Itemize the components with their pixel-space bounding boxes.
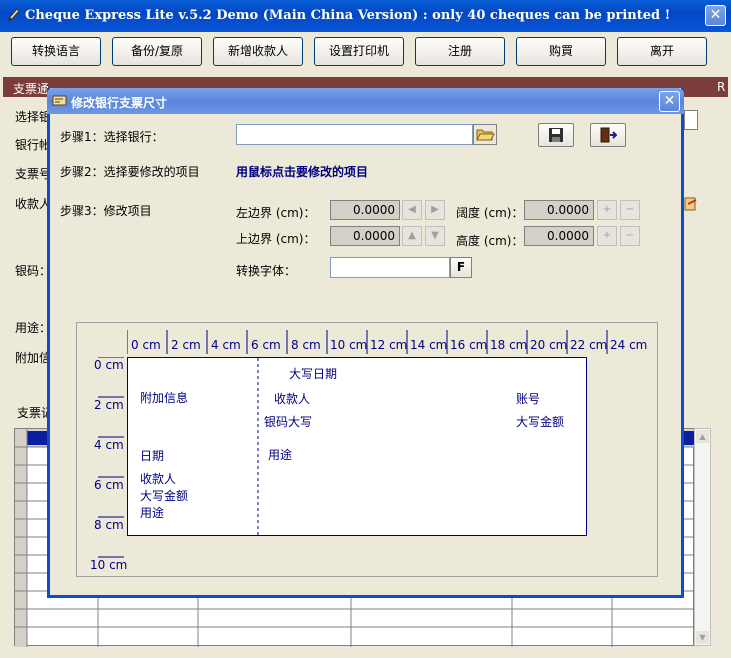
field-amount-words[interactable]: 银码大写 (264, 413, 312, 430)
ruler-top-6: 6 cm (251, 338, 281, 352)
field-purpose-main[interactable]: 用途 (268, 446, 292, 463)
ruler-top-0: 0 cm (131, 338, 161, 352)
font-button[interactable]: F (450, 257, 472, 278)
dialog-close-icon[interactable]: ✕ (659, 91, 680, 112)
ruler-top-8: 8 cm (291, 338, 321, 352)
ruler-top-10: 10 cm (330, 338, 368, 352)
section-header-label: 支票通 (13, 82, 50, 96)
ruler-left-0: 0 cm (94, 358, 124, 372)
font-field[interactable] (330, 257, 450, 278)
pen-icon (6, 8, 20, 23)
records-scrollbar[interactable]: ▲ ▼ (694, 428, 711, 646)
ruler-top-14: 14 cm (410, 338, 448, 352)
ruler-left-10: 10 cm (90, 558, 128, 572)
width-minus-button[interactable]: − (620, 200, 640, 220)
label-bank-account: 银行帐 (15, 138, 52, 152)
step1-label: 步骤1：选择银行： (60, 130, 164, 144)
field-payee-stub[interactable]: 收款人 (140, 470, 176, 487)
ruler-top-16: 16 cm (450, 338, 488, 352)
label-payee: 收款人 (15, 197, 52, 211)
dialog-title: 修改银行支票尺寸 (71, 96, 168, 110)
down-arrow-icon[interactable]: ▼ (425, 226, 445, 246)
scroll-up-icon[interactable]: ▲ (696, 430, 709, 443)
step3-label: 步骤3：修改项目 (60, 204, 152, 218)
app-title: Cheque Express Lite v.5.2 Demo (Main Chi… (25, 8, 671, 23)
field-extra-info[interactable]: 附加信息 (140, 389, 188, 406)
label-amount: 银码： (15, 264, 52, 278)
field-payee-main[interactable]: 收款人 (274, 390, 310, 407)
ruler-top-20: 20 cm (530, 338, 568, 352)
field-date-stub[interactable]: 日期 (140, 447, 164, 464)
cheque-icon (52, 95, 67, 106)
top-margin-field[interactable]: 0.0000 (330, 226, 400, 246)
buy-button[interactable]: 购買 (516, 37, 606, 66)
ruler-top-4: 4 cm (211, 338, 241, 352)
main-title-bar: Cheque Express Lite v.5.2 Demo (Main Chi… (0, 0, 731, 32)
field-date-upper[interactable]: 大写日期 (289, 365, 337, 382)
step2-label: 步骤2：选择要修改的项目 (60, 165, 200, 179)
font-label: 转换字体： (236, 264, 297, 278)
label-cheque-number: 支票号 (15, 167, 52, 181)
width-field[interactable]: 0.0000 (524, 200, 594, 220)
ruler-top-24: 24 cm (610, 338, 648, 352)
payee-list-icon[interactable] (684, 194, 698, 216)
ruler-top-2: 2 cm (171, 338, 201, 352)
ruler-left-6: 6 cm (94, 478, 124, 492)
left-margin-field[interactable]: 0.0000 (330, 200, 400, 220)
left-arrow-icon[interactable]: ◀ (402, 200, 422, 220)
field-amount-stub[interactable]: 大写金额 (140, 487, 188, 504)
switch-language-button[interactable]: 转换语言 (11, 37, 101, 66)
height-label: 高度 (cm)： (456, 234, 524, 248)
scroll-down-icon[interactable]: ▼ (696, 631, 709, 644)
field-amount-upper[interactable]: 大写金额 (516, 413, 564, 430)
save-icon[interactable] (538, 123, 574, 147)
label-select-bank: 选择银 (15, 110, 52, 124)
right-arrow-icon[interactable]: ▶ (425, 200, 445, 220)
ruler-left-4: 4 cm (94, 438, 124, 452)
open-folder-icon[interactable] (473, 124, 497, 145)
ruler-left-2: 2 cm (94, 398, 124, 412)
ruler-top-22: 22 cm (570, 338, 608, 352)
height-field[interactable]: 0.0000 (524, 226, 594, 246)
exit-button[interactable]: 离开 (617, 37, 707, 66)
ruler-top-12: 12 cm (370, 338, 408, 352)
printer-setup-button[interactable]: 设置打印机 (314, 37, 404, 66)
ruler-left-8: 8 cm (94, 518, 124, 532)
add-payee-button[interactable]: 新增收款人 (213, 37, 303, 66)
field-purpose-stub[interactable]: 用途 (140, 504, 164, 521)
exit-door-icon[interactable] (590, 123, 626, 147)
left-margin-label: 左边界 (cm)： (236, 206, 316, 220)
width-plus-button[interactable]: + (597, 200, 617, 220)
step2-hint: 用鼠标点击要修改的项目 (236, 165, 369, 179)
backup-restore-button[interactable]: 备份/复原 (112, 37, 202, 66)
height-minus-button[interactable]: − (620, 226, 640, 246)
dialog-title-bar: 修改银行支票尺寸 ✕ (47, 88, 684, 114)
bank-select-field[interactable] (236, 124, 473, 145)
label-extra-info: 附加信 (15, 351, 52, 365)
register-button[interactable]: 注册 (415, 37, 505, 66)
cheque-preview[interactable] (127, 357, 587, 537)
width-label: 阔度 (cm)： (456, 206, 524, 220)
calendar-icon[interactable] (684, 110, 698, 130)
label-purpose: 用途： (15, 321, 52, 335)
section-header-right: R (717, 80, 726, 94)
top-margin-label: 上边界 (cm)： (236, 232, 316, 246)
ruler-top-18: 18 cm (490, 338, 528, 352)
height-plus-button[interactable]: + (597, 226, 617, 246)
field-account[interactable]: 账号 (516, 390, 540, 407)
up-arrow-icon[interactable]: ▲ (402, 226, 422, 246)
close-icon[interactable]: ✕ (705, 5, 726, 26)
